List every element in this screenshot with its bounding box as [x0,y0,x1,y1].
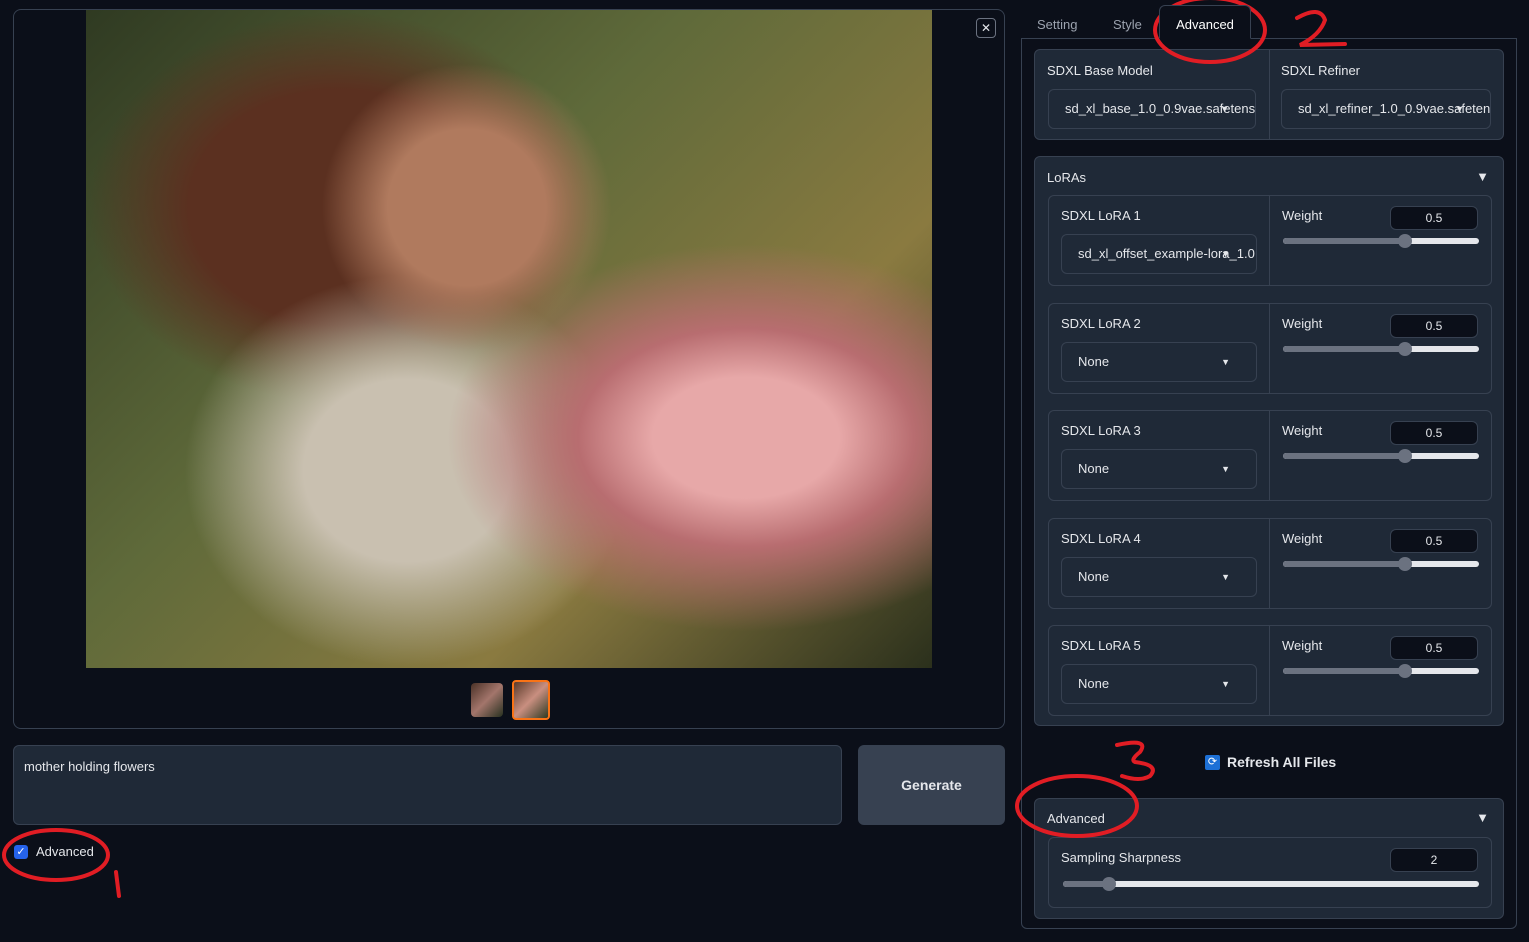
weight-input[interactable]: 0.5 [1390,206,1478,230]
tab-advanced[interactable]: Advanced [1159,5,1251,39]
weight-label: Weight [1282,530,1323,546]
lora-label: SDXL LoRA 2 [1061,315,1141,331]
slider-handle[interactable] [1101,877,1116,891]
base-model-dropdown[interactable]: sd_xl_base_1.0_0.9vae.safetensors ▼ [1048,89,1256,129]
weight-input[interactable]: 0.5 [1390,421,1478,445]
lora-label: SDXL LoRA 1 [1061,208,1141,223]
caret-down-icon: ▼ [1221,464,1230,474]
close-icon[interactable]: ✕ [976,18,996,38]
base-model-label: SDXL Base Model [1047,63,1153,78]
caret-down-icon: ▼ [1221,571,1230,582]
weight-label: Weight [1282,423,1323,438]
sampling-sharpness-slider[interactable] [1063,877,1479,891]
caret-down-icon: ▼ [1455,104,1464,114]
weight-slider[interactable] [1283,234,1479,248]
loras-title[interactable]: LoRAs [1047,170,1086,185]
prompt-input[interactable]: mother holding flowers [13,745,842,825]
lora-row: SDXL LoRA 1 sd_xl_offset_example-lora_1.… [1048,195,1492,286]
weight-slider[interactable] [1283,341,1479,356]
weight-input[interactable]: 0.5 [1390,528,1478,553]
thumbnail-2-selected[interactable] [512,680,550,720]
slider-handle[interactable] [1397,234,1412,248]
generate-button[interactable]: Generate [858,745,1005,825]
lora-dropdown[interactable]: sd_xl_offset_example-lora_1.0.safetensor… [1061,234,1257,274]
model-selection-block: SDXL Base Model sd_xl_base_1.0_0.9vae.sa… [1034,49,1504,140]
slider-handle[interactable] [1397,341,1412,356]
tab-setting[interactable]: Setting [1037,17,1077,32]
weight-slider[interactable] [1283,664,1479,678]
lora-dropdown[interactable]: None ▼ [1061,556,1257,597]
refiner-dropdown[interactable]: sd_xl_refiner_1.0_0.9vae.safetensors▼ [1281,89,1491,129]
slider-handle[interactable] [1397,449,1412,463]
lora-row: SDXL LoRA 3 None ▼ Weight 0.5 [1048,410,1492,501]
slider-handle[interactable] [1397,664,1412,678]
generated-image[interactable] [86,10,932,668]
collapse-triangle-icon[interactable]: ▼ [1476,810,1489,825]
refresh-icon[interactable]: ⟳ [1205,755,1220,770]
lora-row: SDXL LoRA 2 None ▼ Weight 0.5 [1048,302,1492,394]
lora-label: SDXL LoRA 4 [1061,530,1141,546]
advanced-accordion: Advanced ▼ Sampling Sharpness 2 [1034,798,1504,919]
lora-label: SDXL LoRA 3 [1061,423,1141,438]
weight-slider[interactable] [1283,556,1479,571]
refresh-all-files-button[interactable]: Refresh All Files [1227,754,1336,770]
lora-dropdown[interactable]: None ▼ [1061,341,1257,382]
lora-dropdown[interactable]: None ▼ [1061,449,1257,489]
weight-slider[interactable] [1283,449,1479,463]
collapse-triangle-icon[interactable]: ▼ [1476,169,1489,184]
refiner-label: SDXL Refiner [1281,63,1360,78]
thumbnail-1[interactable] [471,683,503,717]
sampling-sharpness-label: Sampling Sharpness [1061,850,1181,865]
advanced-section-title[interactable]: Advanced [1047,811,1105,826]
weight-label: Weight [1282,638,1323,653]
caret-down-icon: ▼ [1221,249,1230,259]
caret-down-icon: ▼ [1220,104,1229,114]
loras-accordion: LoRAs ▼ SDXL LoRA 1 sd_xl_offset_example… [1034,156,1504,726]
weight-label: Weight [1282,208,1323,223]
weight-input[interactable]: 0.5 [1390,636,1478,660]
lora-row: SDXL LoRA 4 None ▼ Weight 0.5 [1048,517,1492,609]
weight-input[interactable]: 0.5 [1390,313,1478,338]
advanced-checkbox-label[interactable]: Advanced [36,844,94,859]
advanced-checkbox[interactable]: ✓ [14,845,28,859]
lora-dropdown[interactable]: None ▼ [1061,664,1257,704]
caret-down-icon: ▼ [1221,679,1230,689]
tab-style[interactable]: Style [1113,17,1142,32]
sampling-sharpness-input[interactable]: 2 [1390,848,1478,872]
weight-label: Weight [1282,315,1323,331]
lora-row: SDXL LoRA 5 None ▼ Weight 0.5 [1048,625,1492,716]
caret-down-icon: ▼ [1221,356,1230,367]
sampling-sharpness-block: Sampling Sharpness 2 [1048,837,1492,908]
slider-handle[interactable] [1397,556,1412,571]
lora-label: SDXL LoRA 5 [1061,638,1141,653]
